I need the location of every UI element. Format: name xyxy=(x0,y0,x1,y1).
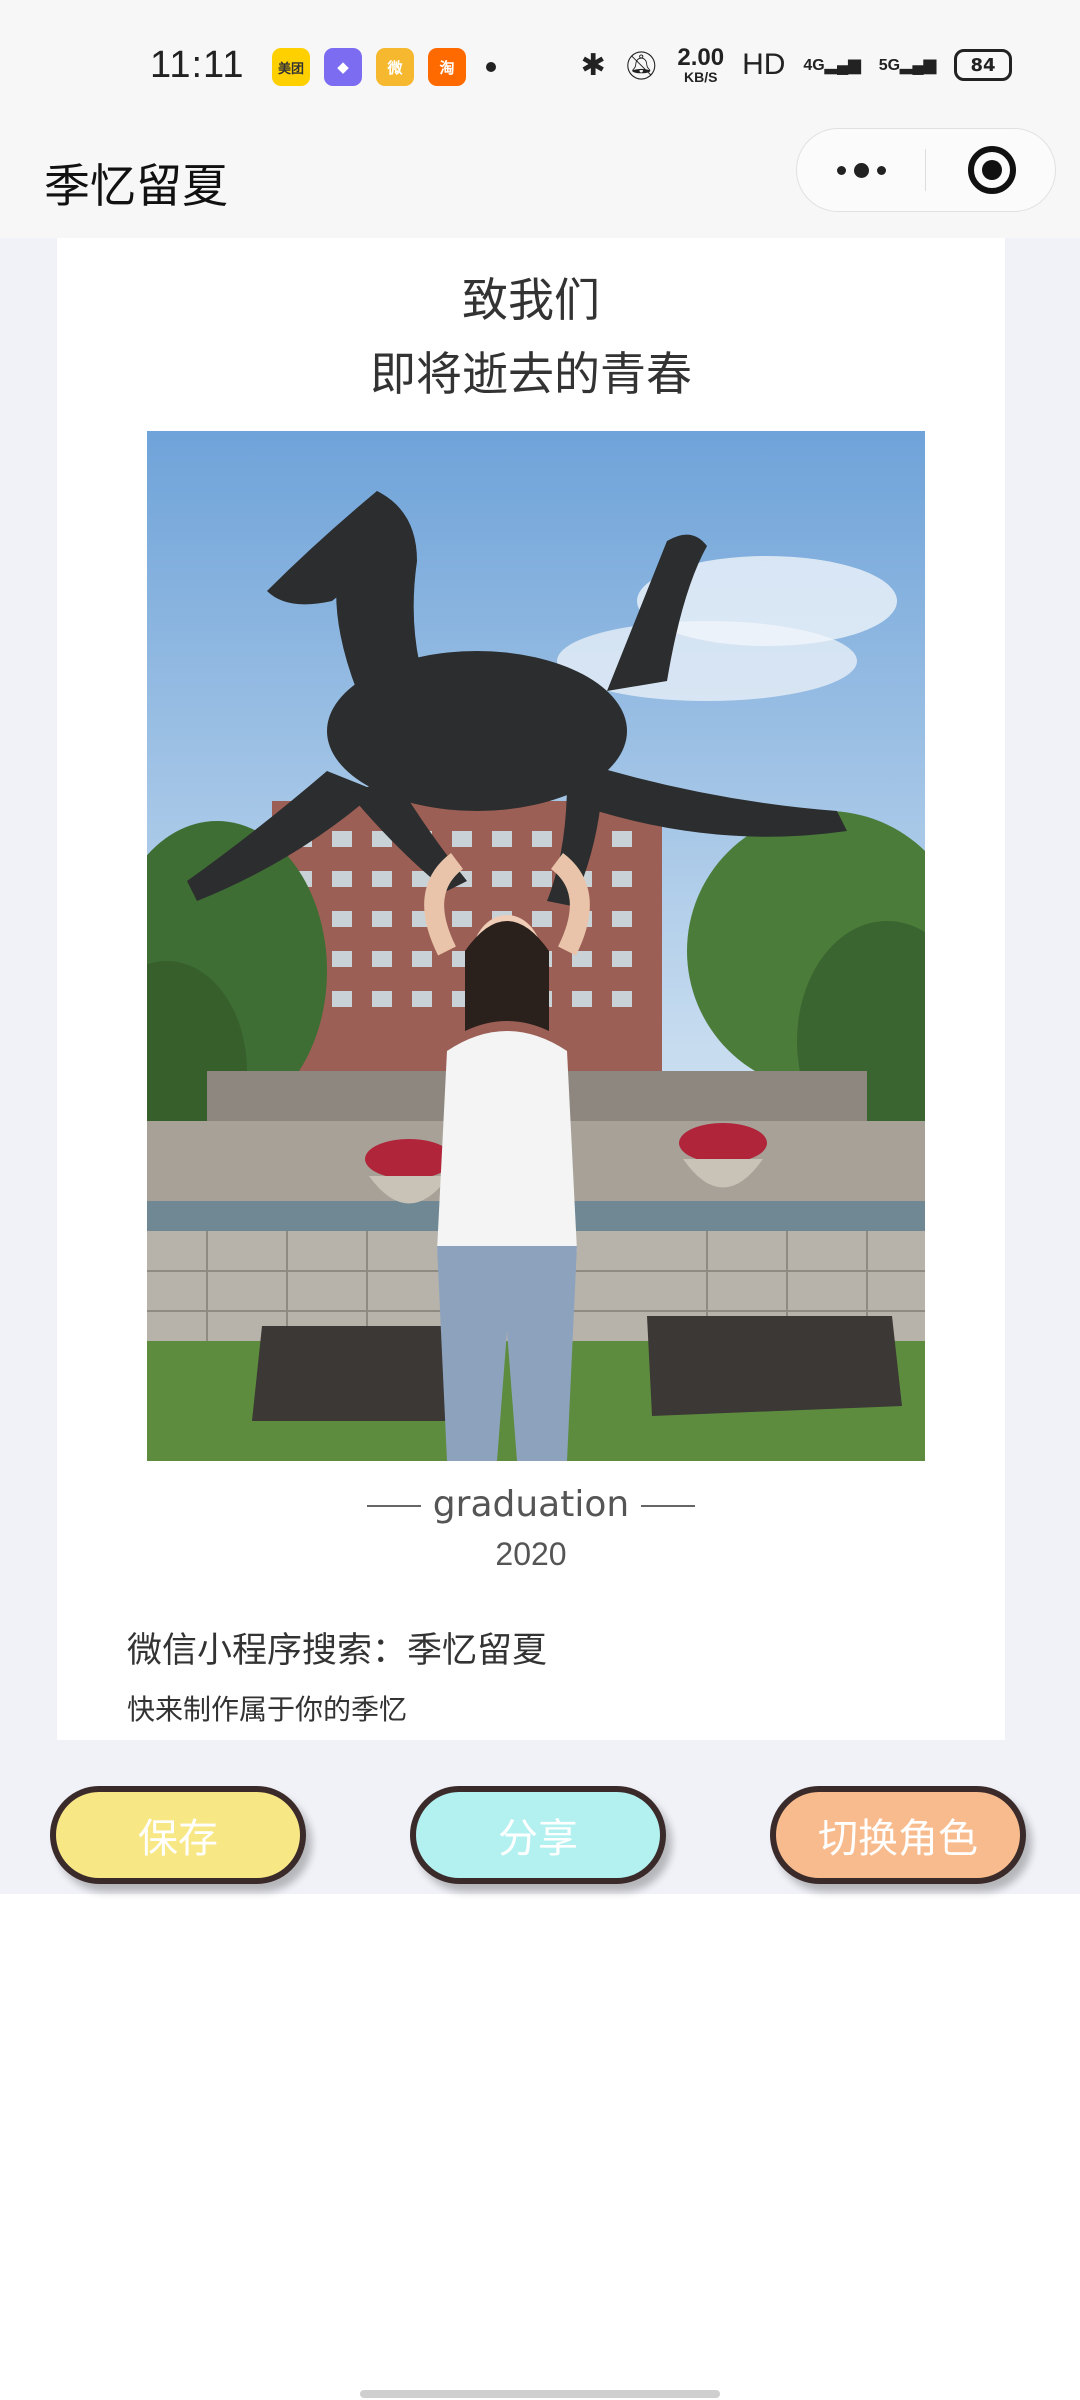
switch-role-button[interactable]: 切换角色 xyxy=(770,1786,1026,1884)
caption-year: 2020 xyxy=(495,1536,567,1572)
photo-illustration xyxy=(147,431,925,1461)
kuaipan-icon: ◆ xyxy=(324,48,362,86)
main-area: 致我们 即将逝去的青春 graduation 2020 微信小程序搜索：季忆留夏… xyxy=(0,238,1080,1894)
mini-program-capsule xyxy=(796,128,1056,212)
status-indicators: ✱ 🔕︎ 2.00 KB/S HD 4G▂▄▆ 5G▂▄▆ 84 xyxy=(581,46,1012,84)
caption-graduation: graduation xyxy=(57,1484,1005,1525)
taobao-icon: 淘 xyxy=(428,48,466,86)
page-title: 季忆留夏 xyxy=(44,159,228,213)
status-app-icons: 美团 ◆ 微 淘 xyxy=(272,48,496,86)
net-speed: 2.00 KB/S xyxy=(677,44,725,85)
signal-5g-icon: 5G▂▄▆ xyxy=(878,57,936,74)
close-target-icon[interactable] xyxy=(968,146,1016,194)
battery-icon: 84 xyxy=(954,49,1012,81)
promo-subtext: 快来制作属于你的季忆 xyxy=(127,1693,408,1726)
capsule-divider xyxy=(925,149,926,191)
promo-search-text: 微信小程序搜索：季忆留夏 xyxy=(127,1631,548,1671)
weibo-icon: 微 xyxy=(376,48,414,86)
caption-line-right xyxy=(641,1505,696,1507)
hd-indicator: HD xyxy=(742,48,786,81)
caption-line-left xyxy=(366,1505,421,1507)
poster-heading-line2: 即将逝去的青春 xyxy=(370,347,692,401)
mute-bell-icon: 🔕︎ xyxy=(623,49,660,81)
save-button[interactable]: 保存 xyxy=(50,1786,306,1884)
more-menu-button[interactable] xyxy=(797,129,925,211)
bluetooth-icon: ✱ xyxy=(580,48,606,82)
home-indicator[interactable] xyxy=(360,2390,720,2398)
meituan-icon: 美团 xyxy=(272,48,310,86)
status-bar: 11:11 美团 ◆ 微 淘 ✱ 🔕︎ 2.00 KB/S HD 4G▂▄▆ 5… xyxy=(0,0,1080,138)
signal-4g-icon: 4G▂▄▆ xyxy=(803,57,861,74)
poster-card: 致我们 即将逝去的青春 graduation 2020 微信小程序搜索：季忆留夏… xyxy=(57,238,1005,1740)
status-time: 11:11 xyxy=(150,44,245,86)
graduation-photo[interactable] xyxy=(147,431,925,1461)
share-button[interactable]: 分享 xyxy=(410,1786,666,1884)
notification-dot-icon xyxy=(486,62,496,72)
poster-heading-line1: 致我们 xyxy=(462,273,600,327)
